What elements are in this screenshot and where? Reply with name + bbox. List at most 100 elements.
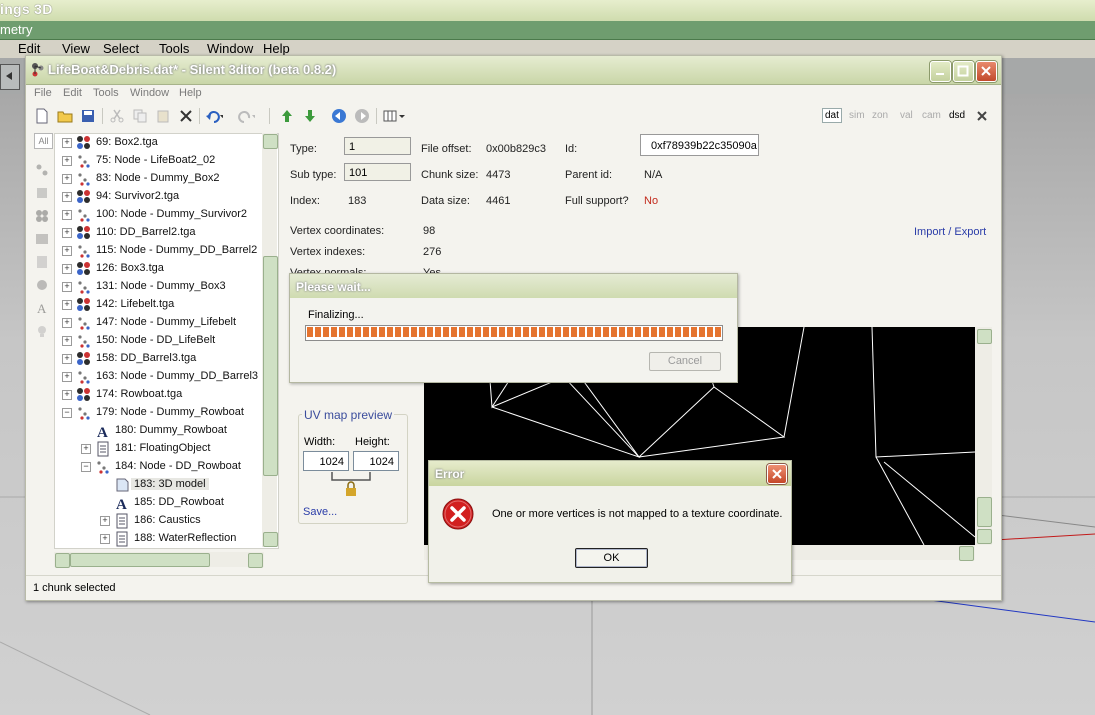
menu-tools[interactable]: Tools <box>93 87 119 99</box>
minimize-button[interactable] <box>930 61 951 82</box>
bg-menu-view[interactable]: View <box>62 41 90 56</box>
type-field[interactable]: 1 <box>344 137 411 155</box>
maximize-button[interactable] <box>953 61 974 82</box>
bg-menu-help[interactable]: Help <box>263 41 290 56</box>
filter-sound-icon[interactable] <box>35 278 49 292</box>
tab-zon[interactable]: zon <box>872 110 888 121</box>
expand-toggle[interactable]: + <box>62 282 72 292</box>
bg-toolbar-arrow-button[interactable] <box>0 64 20 90</box>
forward-button[interactable] <box>353 107 371 125</box>
aspect-lock-icon[interactable] <box>326 471 376 499</box>
preview-vertical-scrollbar[interactable] <box>975 327 992 545</box>
tree-item[interactable]: +142: Lifebelt.tga <box>55 296 278 314</box>
uv-height-input[interactable]: 1024 <box>353 451 399 471</box>
redo-button[interactable] <box>237 107 255 125</box>
collapse-toggle[interactable]: − <box>81 462 91 472</box>
tree-item[interactable]: +188: WaterReflection <box>55 530 278 548</box>
filter-node-icon[interactable] <box>35 163 49 177</box>
filter-document-icon[interactable] <box>35 255 49 269</box>
menu-file[interactable]: File <box>34 87 52 99</box>
tree-item[interactable]: +126: Box3.tga <box>55 260 278 278</box>
tree-item[interactable]: +100: Node - Dummy_Survivor2 <box>55 206 278 224</box>
paste-button[interactable] <box>154 107 172 125</box>
expand-toggle[interactable]: + <box>62 300 72 310</box>
scroll-right-arrow[interactable] <box>248 553 263 568</box>
tree-horizontal-scrollbar[interactable] <box>54 552 264 568</box>
export-link[interactable]: Export <box>954 226 986 238</box>
filter-image-icon[interactable] <box>35 232 49 246</box>
tab-sim[interactable]: sim <box>849 110 865 121</box>
close-window-button[interactable] <box>976 61 997 82</box>
tree-item[interactable]: +69: Box2.tga <box>55 134 278 152</box>
close-file-button[interactable] <box>973 107 991 125</box>
move-up-button[interactable] <box>278 107 296 125</box>
move-down-button[interactable] <box>301 107 319 125</box>
expand-toggle[interactable]: + <box>62 318 72 328</box>
tree-item[interactable]: +83: Node - Dummy_Box2 <box>55 170 278 188</box>
scroll-up-arrow[interactable] <box>263 134 278 149</box>
cancel-button[interactable]: Cancel <box>649 352 721 371</box>
tree-item[interactable]: +75: Node - LifeBoat2_02 <box>55 152 278 170</box>
filter-model-icon[interactable] <box>35 186 49 200</box>
expand-toggle[interactable]: + <box>62 192 72 202</box>
filter-all-button[interactable]: All <box>34 133 53 149</box>
tree-item[interactable]: − 179: Node - Dummy_Rowboat <box>55 404 278 422</box>
tree-item[interactable]: +115: Node - Dummy_DD_Barrel2 <box>55 242 278 260</box>
tree-item[interactable]: +150: Node - DD_LifeBelt <box>55 332 278 350</box>
new-file-button[interactable] <box>33 107 51 125</box>
bg-menu-tools[interactable]: Tools <box>159 41 189 56</box>
tree-item[interactable]: +158: DD_Barrel3.tga <box>55 350 278 368</box>
scroll-right-arrow[interactable] <box>959 546 974 561</box>
tree-vertical-scrollbar[interactable] <box>262 133 278 547</box>
error-titlebar[interactable]: Error <box>429 461 791 486</box>
tab-dat[interactable]: dat <box>822 108 842 123</box>
tree-horizontal-thumb[interactable] <box>70 553 210 567</box>
main-titlebar[interactable]: LifeBoat&Debris.dat* - Silent 3ditor (be… <box>26 56 1001 85</box>
tree-item[interactable]: +131: Node - Dummy_Box3 <box>55 278 278 296</box>
expand-toggle[interactable]: + <box>62 336 72 346</box>
cut-button[interactable] <box>108 107 126 125</box>
uv-save-link[interactable]: Save... <box>303 506 337 518</box>
expand-toggle[interactable]: + <box>62 390 72 400</box>
open-file-button[interactable] <box>56 107 74 125</box>
expand-toggle[interactable]: + <box>62 156 72 166</box>
tab-val[interactable]: val <box>900 110 913 121</box>
bg-menu-select[interactable]: Select <box>103 41 139 56</box>
scroll-up-arrow[interactable] <box>977 329 992 344</box>
chunk-tree[interactable]: +69: Box2.tga +75: Node - LifeBoat2_02 +83… <box>54 133 279 549</box>
expand-toggle[interactable]: + <box>62 138 72 148</box>
tree-item[interactable]: A 185: DD_Rowboat <box>55 494 278 513</box>
scroll-down-arrow[interactable] <box>263 532 278 547</box>
tree-item[interactable]: A 180: Dummy_Rowboat <box>55 422 278 441</box>
tree-item[interactable]: − 184: Node - DD_Rowboat <box>55 458 278 476</box>
tree-item[interactable]: +186: Caustics <box>55 512 278 530</box>
tree-item[interactable]: +147: Node - Dummy_Lifebelt <box>55 314 278 332</box>
tab-dsd[interactable]: dsd <box>949 110 965 121</box>
tree-item[interactable]: +94: Survivor2.tga <box>55 188 278 206</box>
copy-button[interactable] <box>131 107 149 125</box>
tab-cam[interactable]: cam <box>922 110 941 121</box>
bg-menu-edit[interactable]: Edit <box>18 41 40 56</box>
id-field[interactable]: 0xf78939b22c35090a <box>640 134 759 156</box>
back-button[interactable] <box>330 107 348 125</box>
expand-toggle[interactable]: + <box>81 444 91 454</box>
expand-toggle[interactable]: + <box>62 174 72 184</box>
expand-toggle[interactable]: + <box>100 516 110 526</box>
uv-width-input[interactable]: 1024 <box>303 451 349 471</box>
menu-help[interactable]: Help <box>179 87 202 99</box>
expand-toggle[interactable]: + <box>62 228 72 238</box>
import-link[interactable]: Import <box>914 226 945 238</box>
expand-toggle[interactable]: + <box>62 246 72 256</box>
collapse-toggle[interactable]: − <box>62 408 72 418</box>
tree-item[interactable]: +163: Node - Dummy_DD_Barrel3 <box>55 368 278 386</box>
tree-item[interactable]: +190: DD_Rowboat <box>55 548 279 549</box>
expand-toggle[interactable]: + <box>62 354 72 364</box>
menu-edit[interactable]: Edit <box>63 87 82 99</box>
expand-toggle[interactable]: + <box>62 210 72 220</box>
preview-vertical-thumb[interactable] <box>977 497 992 527</box>
filter-texture-icon[interactable] <box>35 209 49 223</box>
error-close-button[interactable] <box>767 464 787 484</box>
subtype-field[interactable]: 101 <box>344 163 411 181</box>
bg-menu-window[interactable]: Window <box>207 41 253 56</box>
filter-light-icon[interactable] <box>35 324 49 338</box>
